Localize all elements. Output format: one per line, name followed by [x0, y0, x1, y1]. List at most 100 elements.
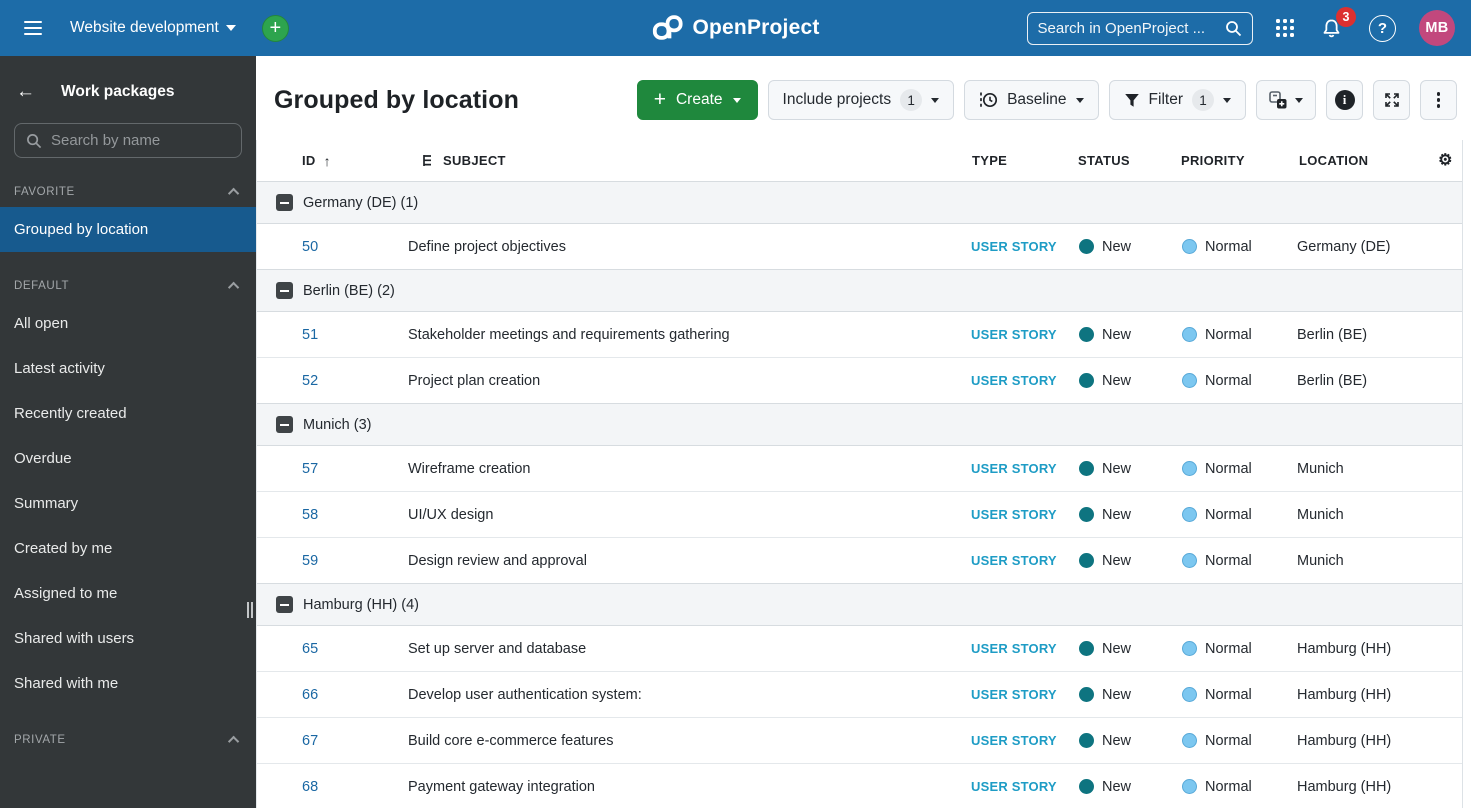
priority-cell[interactable]: Normal	[1175, 461, 1291, 477]
table-settings-button[interactable]: ⚙	[1429, 152, 1462, 169]
work-package-id-link[interactable]: 65	[302, 641, 318, 657]
view-settings-button[interactable]	[1256, 80, 1316, 120]
collapse-group-icon[interactable]	[276, 596, 293, 613]
group-header-row[interactable]: Berlin (BE) (2)	[257, 269, 1462, 312]
column-header-type[interactable]: TYPE	[954, 153, 1071, 168]
status-cell[interactable]: New	[1071, 373, 1175, 389]
type-cell[interactable]: USER STORY	[954, 461, 1071, 476]
hierarchy-icon[interactable]	[422, 154, 435, 167]
table-row[interactable]: 65 Set up server and database USER STORY Ne…	[257, 626, 1462, 672]
status-cell[interactable]: New	[1071, 687, 1175, 703]
status-cell[interactable]: New	[1071, 461, 1175, 477]
sidebar-search-input[interactable]	[51, 132, 230, 149]
modules-grid-button[interactable]	[1272, 15, 1299, 42]
quick-add-button[interactable]: +	[261, 14, 289, 42]
collapse-group-icon[interactable]	[276, 194, 293, 211]
type-cell[interactable]: USER STORY	[954, 373, 1071, 388]
type-cell[interactable]: USER STORY	[954, 239, 1071, 254]
sidebar-item[interactable]: Latest activity	[0, 346, 256, 391]
work-package-id-link[interactable]: 57	[302, 461, 318, 477]
work-package-id-link[interactable]: 59	[302, 553, 318, 569]
table-row[interactable]: 59 Design review and approval USER STORY Ne…	[257, 538, 1462, 584]
location-cell[interactable]: Hamburg (HH)	[1291, 779, 1429, 795]
type-cell[interactable]: USER STORY	[954, 553, 1071, 568]
status-cell[interactable]: New	[1071, 733, 1175, 749]
subject-cell[interactable]: Payment gateway integration	[401, 779, 954, 795]
work-package-id-link[interactable]: 50	[302, 239, 318, 255]
table-row[interactable]: 66 Develop user authentication system: USE…	[257, 672, 1462, 718]
subject-cell[interactable]: Build core e-commerce features	[401, 733, 954, 749]
priority-cell[interactable]: Normal	[1175, 239, 1291, 255]
location-cell[interactable]: Berlin (BE)	[1291, 373, 1429, 389]
column-header-location[interactable]: LOCATION	[1291, 153, 1429, 168]
status-cell[interactable]: New	[1071, 239, 1175, 255]
filter-button[interactable]: Filter 1	[1108, 80, 1246, 120]
sidebar-item[interactable]: Overdue	[0, 436, 256, 481]
status-cell[interactable]: New	[1071, 553, 1175, 569]
column-header-status[interactable]: STATUS	[1071, 153, 1175, 168]
table-row[interactable]: 52 Project plan creation USER STORY New Norm…	[257, 358, 1462, 404]
include-projects-button[interactable]: Include projects 1	[767, 80, 955, 120]
location-cell[interactable]: Hamburg (HH)	[1291, 733, 1429, 749]
location-cell[interactable]: Hamburg (HH)	[1291, 687, 1429, 703]
column-header-priority[interactable]: PRIORITY	[1175, 153, 1291, 168]
work-package-id-link[interactable]: 51	[302, 327, 318, 343]
type-cell[interactable]: USER STORY	[954, 507, 1071, 522]
priority-cell[interactable]: Normal	[1175, 373, 1291, 389]
priority-cell[interactable]: Normal	[1175, 733, 1291, 749]
location-cell[interactable]: Hamburg (HH)	[1291, 641, 1429, 657]
work-package-id-link[interactable]: 66	[302, 687, 318, 703]
column-header-subject[interactable]: SUBJECT	[401, 153, 954, 168]
info-button[interactable]: i	[1326, 80, 1363, 120]
subject-cell[interactable]: UI/UX design	[401, 507, 954, 523]
global-search-input[interactable]	[1037, 19, 1217, 37]
group-header-row[interactable]: Munich (3)	[257, 403, 1462, 446]
table-row[interactable]: 51 Stakeholder meetings and requirements …	[257, 312, 1462, 358]
group-header-row[interactable]: Hamburg (HH) (4)	[257, 583, 1462, 626]
notifications-button[interactable]: 3	[1317, 6, 1356, 43]
type-cell[interactable]: USER STORY	[954, 327, 1071, 342]
location-cell[interactable]: Berlin (BE)	[1291, 327, 1429, 343]
sidebar-item[interactable]: Recently created	[0, 391, 256, 436]
location-cell[interactable]: Munich	[1291, 553, 1429, 569]
column-header-id[interactable]: ID ↑	[257, 153, 401, 169]
avatar[interactable]: MB	[1419, 10, 1455, 46]
help-button[interactable]: ?	[1365, 11, 1400, 46]
sidebar-section-header[interactable]: DEFAULT	[0, 252, 256, 301]
project-selector[interactable]: Website development	[70, 19, 236, 37]
priority-cell[interactable]: Normal	[1175, 327, 1291, 343]
status-cell[interactable]: New	[1071, 327, 1175, 343]
priority-cell[interactable]: Normal	[1175, 779, 1291, 795]
work-package-id-link[interactable]: 67	[302, 733, 318, 749]
table-row[interactable]: 50 Define project objectives USER STORY New…	[257, 224, 1462, 270]
priority-cell[interactable]: Normal	[1175, 687, 1291, 703]
subject-cell[interactable]: Project plan creation	[401, 373, 954, 389]
global-search[interactable]	[1026, 11, 1253, 45]
baseline-button[interactable]: Baseline	[964, 80, 1099, 120]
priority-cell[interactable]: Normal	[1175, 507, 1291, 523]
hamburger-menu-icon[interactable]	[16, 11, 50, 45]
logo[interactable]: OpenProject	[651, 0, 819, 56]
subject-cell[interactable]: Design review and approval	[401, 553, 954, 569]
type-cell[interactable]: USER STORY	[954, 779, 1071, 794]
table-row[interactable]: 58 UI/UX design USER STORY New Normal Munich	[257, 492, 1462, 538]
subject-cell[interactable]: Develop user authentication system:	[401, 687, 954, 703]
subject-cell[interactable]: Wireframe creation	[401, 461, 954, 477]
collapse-group-icon[interactable]	[276, 282, 293, 299]
subject-cell[interactable]: Set up server and database	[401, 641, 954, 657]
type-cell[interactable]: USER STORY	[954, 687, 1071, 702]
group-header-row[interactable]: Germany (DE) (1)	[257, 181, 1462, 224]
priority-cell[interactable]: Normal	[1175, 553, 1291, 569]
back-arrow-icon[interactable]: ←	[16, 82, 35, 101]
create-button[interactable]: + Create	[636, 80, 758, 120]
sidebar-item[interactable]: Assigned to me	[0, 571, 256, 616]
type-cell[interactable]: USER STORY	[954, 641, 1071, 656]
status-cell[interactable]: New	[1071, 641, 1175, 657]
work-package-id-link[interactable]: 68	[302, 779, 318, 795]
location-cell[interactable]: Munich	[1291, 461, 1429, 477]
sidebar-item[interactable]: Shared with me	[0, 661, 256, 706]
sidebar-item[interactable]: Created by me	[0, 526, 256, 571]
more-options-button[interactable]	[1420, 80, 1457, 120]
status-cell[interactable]: New	[1071, 507, 1175, 523]
location-cell[interactable]: Munich	[1291, 507, 1429, 523]
